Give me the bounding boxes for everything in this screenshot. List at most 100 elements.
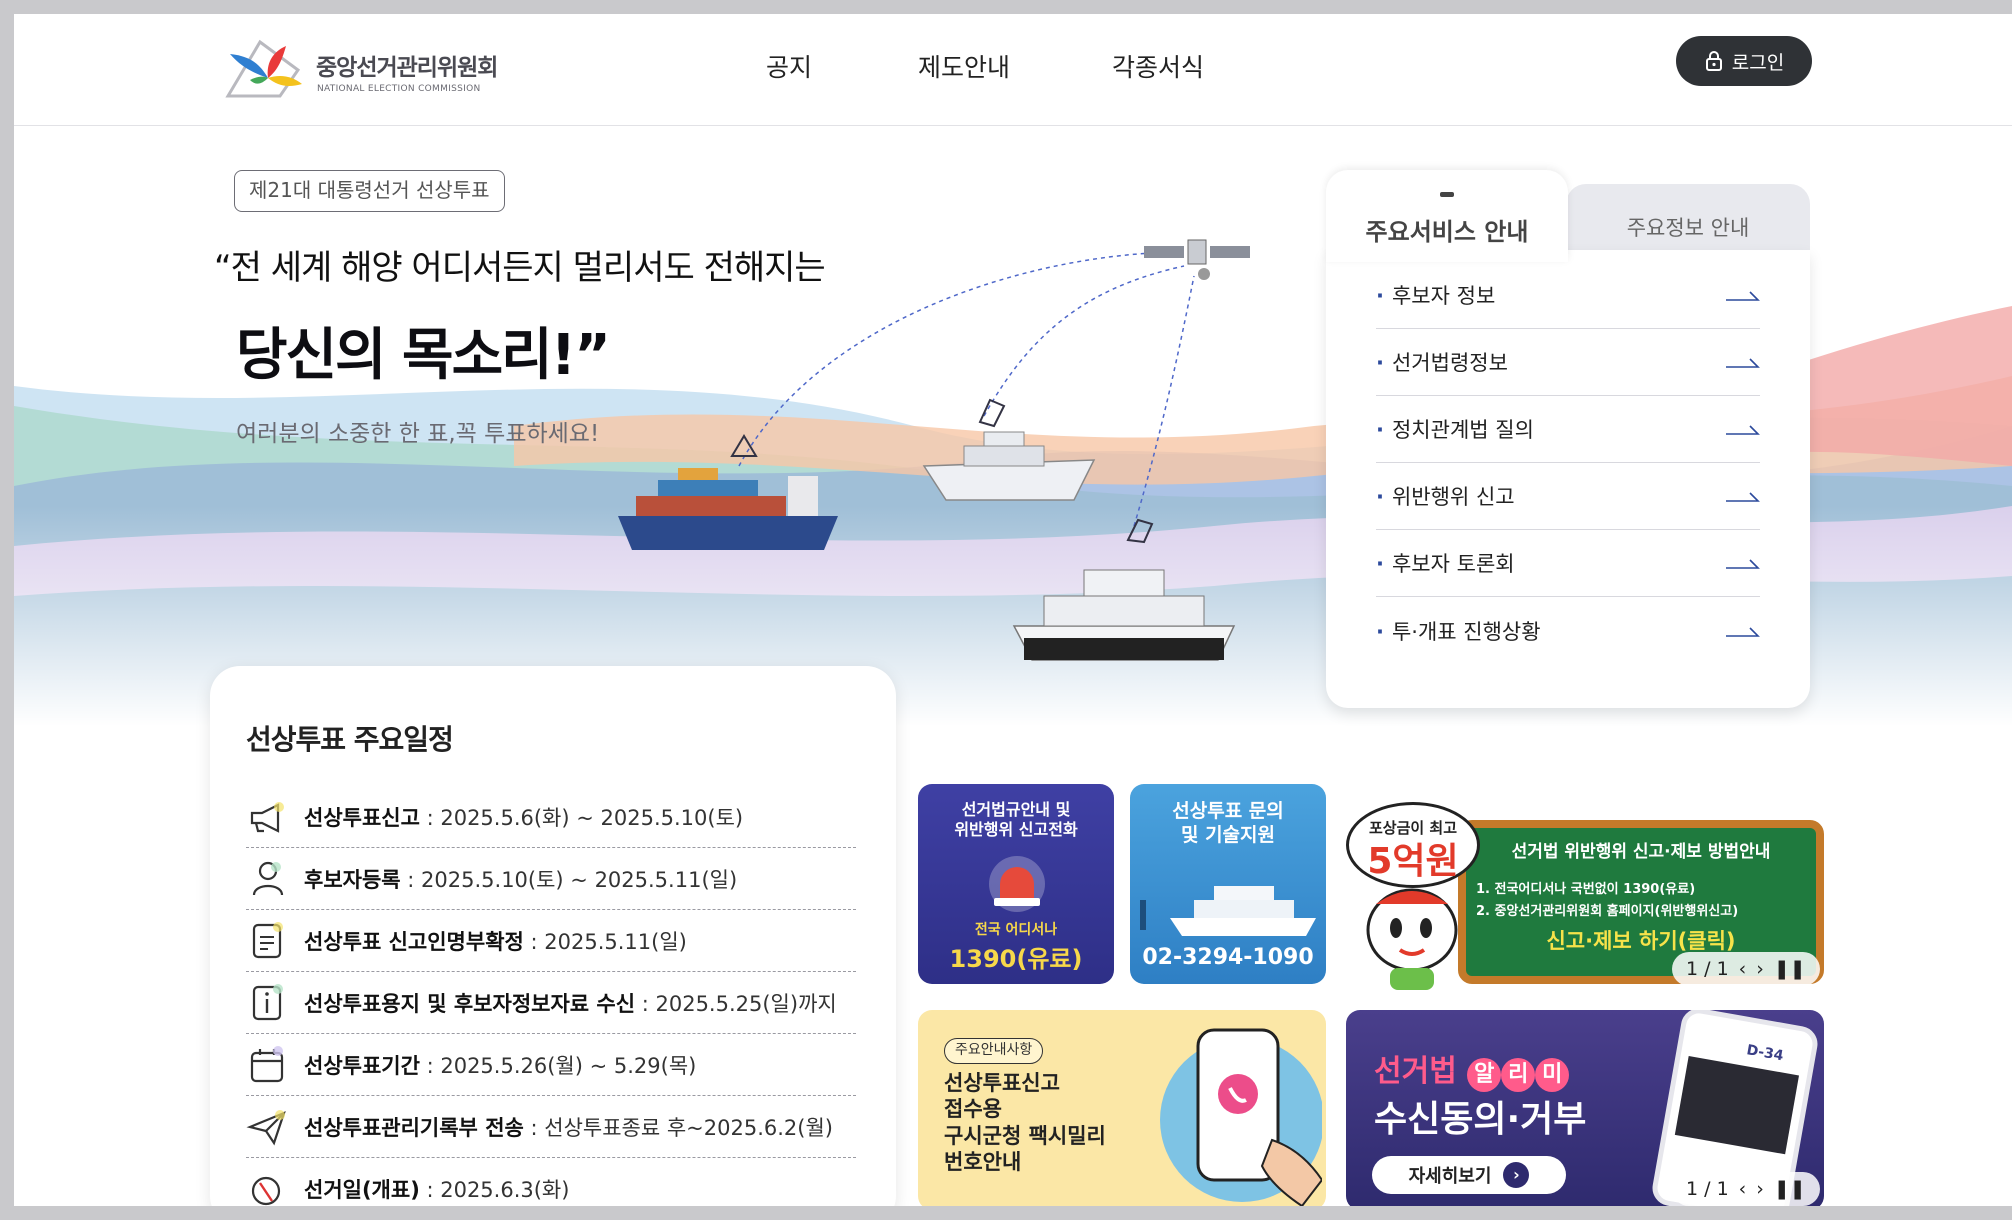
alimi-title-char: 미 <box>1535 1058 1570 1092</box>
service-item-label: 투·개표 진행상황 <box>1391 619 1541 644</box>
schedule-label: 선상투표 신고인명부확정 <box>304 929 524 954</box>
service-item-label: 선거법령정보 <box>1391 351 1508 375</box>
alimi-banner[interactable]: 선거법 알리미 수신동의·거부 자세히보기 › D-34 1 / 1 ‹ › ❚… <box>1346 1010 1824 1206</box>
fax-line: 접수용 <box>944 1097 1002 1122</box>
info-icon <box>252 983 283 1020</box>
hotline-banner[interactable]: 선거법규안내 및 위반행위 신고전화 전국 어디서나 1390(유료) <box>918 784 1114 984</box>
schedule-row: 선상투표용지 및 후보자정보자료 수신 : 2025.5.25(일)까지 <box>246 972 856 1034</box>
service-item-election-law[interactable]: · 선거법령정보 <box>1376 329 1760 396</box>
alimi-pager: 1 / 1 ‹ › ❚❚ <box>1672 1172 1820 1206</box>
hero-subtitle: 여러분의 소중한 한 표,꼭 투표하세요! <box>236 421 600 447</box>
schedule-row: 선상투표관리기록부 전송 : 선상투표종료 후~2025.6.2(월) <box>246 1096 856 1158</box>
arrow-right-icon <box>1726 425 1760 435</box>
schedule-row: 선상투표기간 : 2025.5.26(월) ~ 5.29(목) <box>246 1034 856 1096</box>
alimi-pager-count: 1 / 1 <box>1686 1178 1729 1200</box>
pause-icon[interactable]: ❚❚ <box>1774 1178 1806 1200</box>
siren-icon <box>989 856 1045 912</box>
fax-text: 선상투표신고 접수용 구시군청 팩시밀리 번호안내 <box>944 1070 1106 1175</box>
arrow-right-icon <box>1726 291 1760 301</box>
service-item-candidate-info[interactable]: · 후보자 정보 <box>1376 262 1760 329</box>
schedule-row: 선거일(개표) : 2025.6.3(화) <box>246 1158 856 1206</box>
nec-logo[interactable]: 중앙선거관리위원회 NATIONAL ELECTION COMMISSION <box>220 28 520 112</box>
hero-headline-emphasis: 당신의 목소리!” <box>236 323 611 388</box>
reward-board-title: 선거법 위반행위 신고·제보 방법안내 <box>1511 842 1771 862</box>
schedule-value: : 2025.5.10(토) ~ 2025.5.11(일) <box>400 867 738 892</box>
service-item-label: 후보자 정보 <box>1391 284 1496 308</box>
alimi-detail-button[interactable]: 자세히보기 › <box>1372 1156 1566 1194</box>
schedule-label: 선상투표기간 <box>304 1053 420 1078</box>
support-title: 선상투표 문의 및 기술지원 <box>1172 800 1284 846</box>
reward-board-line1: 1. 전국어디서나 국번없이 1390(유료) <box>1476 882 1696 897</box>
next-icon[interactable]: › <box>1756 958 1764 980</box>
hero-headline: “전 세계 해양 어디서든지 멀리서도 전해지는 <box>214 248 826 288</box>
pause-icon[interactable]: ❚❚ <box>1774 958 1806 980</box>
fax-tag: 주요안내사항 <box>944 1038 1044 1064</box>
fax-line: 번호안내 <box>944 1149 1022 1174</box>
reward-pager: 1 / 1 ‹ › ❚❚ <box>1672 952 1820 986</box>
prev-icon[interactable]: ‹ <box>1739 958 1747 980</box>
schedule-label: 후보자등록 <box>304 867 401 892</box>
schedule-value: : 2025.5.26(월) ~ 5.29(목) <box>419 1053 697 1078</box>
logo-title: 중앙선거관리위원회 <box>316 55 498 81</box>
reward-bubble-top: 포상금이 최고 <box>1368 819 1458 837</box>
tab-main-services[interactable]: 주요서비스 안내 <box>1326 170 1568 262</box>
schedule-label: 선상투표관리기록부 전송 <box>304 1115 524 1140</box>
arrow-right-icon <box>1726 626 1760 637</box>
nec-logo-mark-icon <box>225 39 302 98</box>
nav-system-guide[interactable]: 제도안내 <box>918 48 1010 84</box>
service-item-label: 정치관계법 질의 <box>1391 418 1534 442</box>
schedule-value: : 선상투표종료 후~2025.6.2(월) <box>523 1115 834 1140</box>
paper-plane-icon <box>246 1109 286 1145</box>
hotline-sub: 전국 어디서나 <box>974 922 1058 938</box>
login-button[interactable]: 로그인 <box>1676 36 1812 86</box>
fax-info-banner[interactable]: 주요안내사항 선상투표신고 접수용 구시군청 팩시밀리 번호안내 <box>918 1010 1326 1206</box>
schedule-row: 선상투표신고 : 2025.5.6(화) ~ 2025.5.10(토) <box>246 786 856 848</box>
hotline-number: 1390(유료) <box>949 945 1083 973</box>
service-list: · 후보자 정보 · 선거법령정보 · 정치관계법 질의 · 위반행위 신고 · 후보자 … <box>1326 250 1810 708</box>
nav-forms[interactable]: 각종서식 <box>1112 48 1204 84</box>
service-item-political-law-inquiry[interactable]: · 정치관계법 질의 <box>1376 396 1760 463</box>
alimi-title-line1: 선거법 알리미 <box>1374 1046 1570 1092</box>
schedule-value: : 2025.5.11(일) <box>523 929 687 954</box>
schedule-list: 선상투표신고 : 2025.5.6(화) ~ 2025.5.10(토) 후보자등… <box>246 786 856 1206</box>
schedule-card: 선상투표 주요일정 선상투표신고 : 2025.5.6(화) ~ 2025.5.… <box>210 666 896 1206</box>
prev-icon[interactable]: ‹ <box>1739 1178 1747 1200</box>
ballot-stamp-icon <box>251 1176 281 1206</box>
reward-bubble: 포상금이 최고 5억원 <box>1346 802 1480 888</box>
reward-board-line2: 2. 중앙선거관리위원회 홈페이지(위반행위신고) <box>1476 904 1739 919</box>
schedule-row: 선상투표 신고인명부확정 : 2025.5.11(일) <box>246 910 856 972</box>
arrow-right-icon <box>1726 358 1760 368</box>
hotline-title: 선거법규안내 및 위반행위 신고전화 <box>954 800 1078 839</box>
mascot-icon <box>1366 888 1458 990</box>
service-item-label: 후보자 토론회 <box>1391 552 1515 576</box>
phone-screen <box>1674 1056 1800 1155</box>
arrow-right-icon <box>1726 492 1760 502</box>
next-icon[interactable]: › <box>1756 1178 1764 1200</box>
phone-call-icon <box>1160 1028 1322 1206</box>
cruise-ship-icon <box>1140 886 1316 936</box>
service-panel: 주요서비스 안내 주요정보 안내 · 후보자 정보 · 선거법령정보 · 정치관계법 … <box>1326 170 1810 708</box>
alimi-title-line2: 수신동의·거부 <box>1374 1099 1587 1140</box>
schedule-label: 선거일(개표) <box>304 1178 420 1202</box>
service-item-vote-count-status[interactable]: · 투·개표 진행상황 <box>1376 597 1760 664</box>
election-badge: 제21대 대통령선거 선상투표 <box>234 170 505 212</box>
calendar-icon <box>250 1045 284 1082</box>
login-label: 로그인 <box>1731 51 1785 74</box>
arrow-right-icon <box>1726 559 1760 569</box>
nav-notice[interactable]: 공지 <box>766 48 812 84</box>
phone-dday: D-34 <box>1745 1042 1785 1065</box>
schedule-title: 선상투표 주요일정 <box>246 723 454 756</box>
service-item-candidate-debate[interactable]: · 후보자 토론회 <box>1376 530 1760 597</box>
service-item-violation-report[interactable]: · 위반행위 신고 <box>1376 463 1760 530</box>
reward-banner[interactable]: 선거법 위반행위 신고·제보 방법안내 1. 전국어디서나 국번없이 1390(… <box>1346 784 1824 992</box>
alimi-title-prefix: 선거법 <box>1374 1054 1457 1089</box>
schedule-value: : 2025.5.25(일)까지 <box>635 991 837 1016</box>
tech-support-banner[interactable]: 선상투표 문의 및 기술지원 02-3294-1090 <box>1130 784 1326 984</box>
alimi-title-char: 알 <box>1467 1058 1502 1092</box>
schedule-row: 후보자등록 : 2025.5.10(토) ~ 2025.5.11(일) <box>246 848 856 910</box>
schedule-label: 선상투표신고 <box>304 805 420 830</box>
schedule-value: : 2025.6.3(화) <box>419 1178 570 1202</box>
support-number: 02-3294-1090 <box>1142 945 1314 970</box>
fax-line: 구시군청 팩시밀리 <box>944 1123 1106 1148</box>
megaphone-icon <box>250 801 284 833</box>
